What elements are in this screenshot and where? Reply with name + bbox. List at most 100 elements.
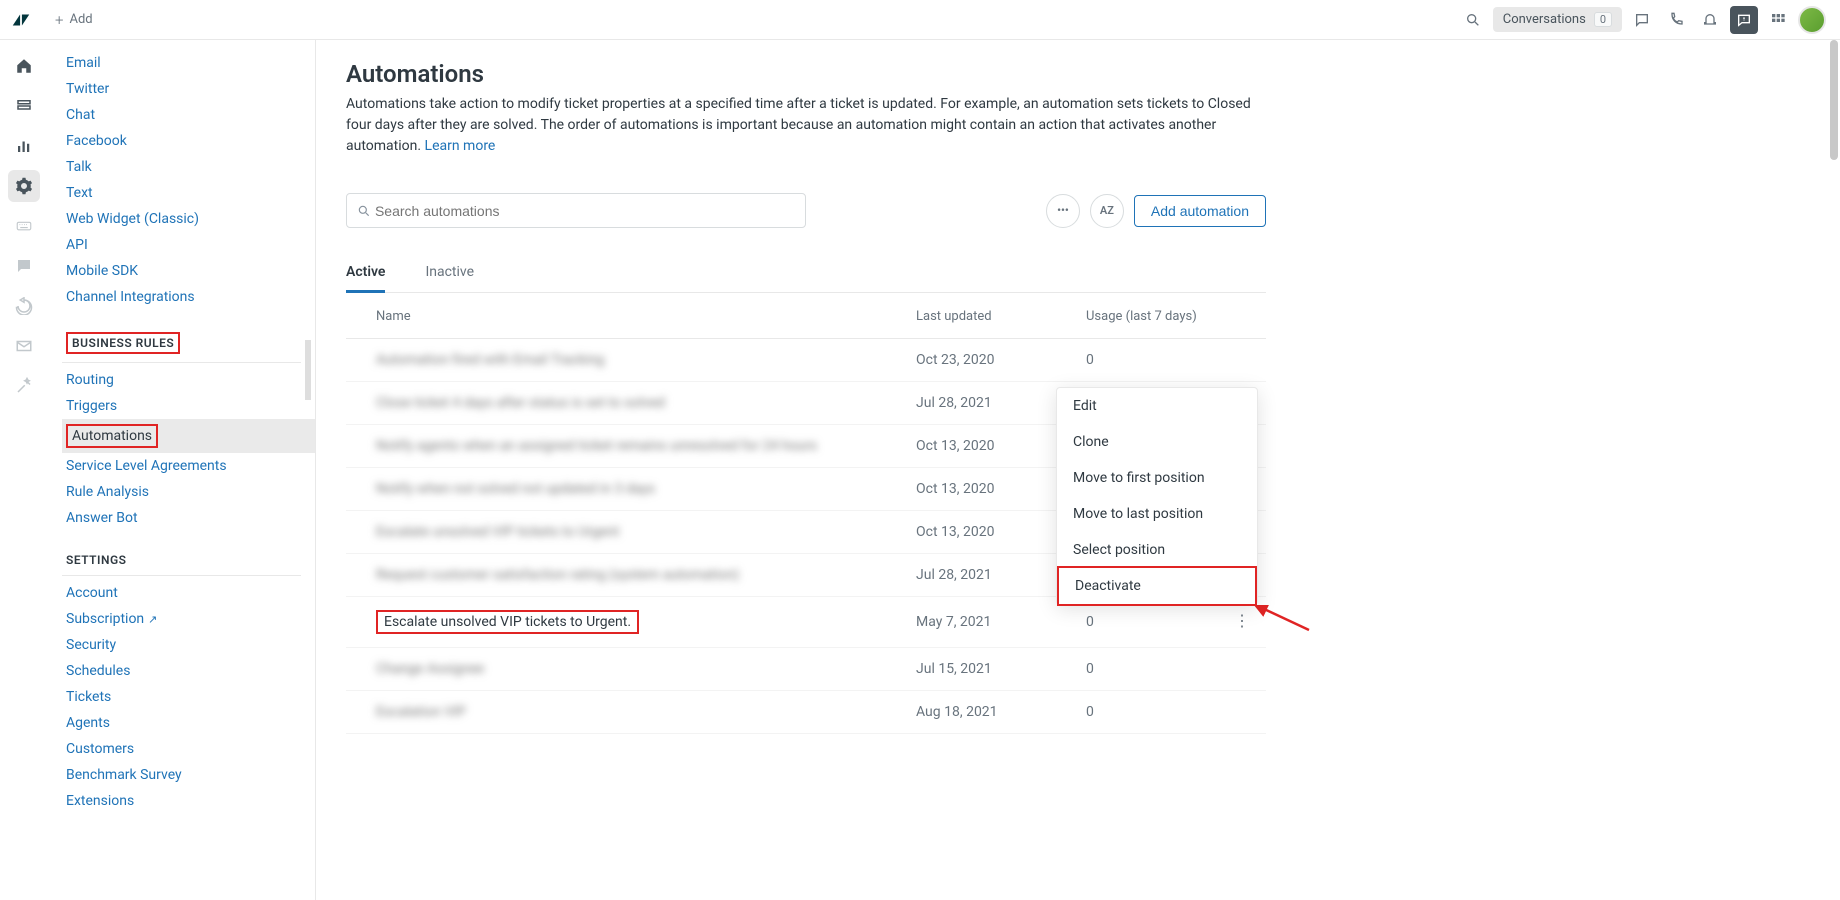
sidebar-item-text[interactable]: Text <box>66 180 315 206</box>
tab-active[interactable]: Active <box>346 264 385 293</box>
automation-name: Automation fired with Email Tracking <box>376 352 604 368</box>
automation-usage: 0 <box>1086 352 1236 368</box>
nav-rail <box>0 40 48 900</box>
sidebar-item-web-widget[interactable]: Web Widget (Classic) <box>66 206 315 232</box>
sidebar-item-extensions[interactable]: Extensions <box>66 788 315 814</box>
menu-item-deactivate[interactable]: Deactivate <box>1057 566 1257 606</box>
automation-updated: Oct 23, 2020 <box>916 352 1086 368</box>
admin-icon[interactable] <box>8 170 40 202</box>
sidebar-item-mobile-sdk[interactable]: Mobile SDK <box>66 258 315 284</box>
table-row[interactable]: Escalate unsolved VIP tickets to Urgent.… <box>346 597 1266 648</box>
page-description: Automations take action to modify ticket… <box>346 94 1266 157</box>
sidebar-item-customers[interactable]: Customers <box>66 736 315 762</box>
automation-name: Escalation VIP <box>376 704 466 720</box>
search-automations[interactable] <box>346 193 806 228</box>
message-icon[interactable] <box>8 250 40 282</box>
add-tab-button[interactable]: + Add <box>47 7 101 33</box>
menu-item-move-to-last-position[interactable]: Move to last position <box>1057 496 1257 532</box>
apps-icon[interactable] <box>1764 6 1792 34</box>
chat-icon[interactable] <box>1628 6 1656 34</box>
tab-inactive[interactable]: Inactive <box>425 264 474 292</box>
page-title: Automations <box>346 60 1266 88</box>
automation-name: Close ticket 4 days after status is set … <box>376 395 665 411</box>
sidebar-item-tickets[interactable]: Tickets <box>66 684 315 710</box>
table-row[interactable]: Change AssigneeJul 15, 20210 <box>346 648 1266 691</box>
menu-item-move-to-first-position[interactable]: Move to first position <box>1057 460 1257 496</box>
sidebar-item-sla[interactable]: Service Level Agreements <box>66 453 315 479</box>
conversations-button[interactable]: Conversations 0 <box>1493 7 1622 32</box>
automation-name: Request customer satisfaction rating (sy… <box>376 567 739 583</box>
top-bar: + Add Conversations 0 <box>0 0 1840 40</box>
sidebar-item-channel-integrations[interactable]: Channel Integrations <box>66 284 315 310</box>
sidebar-item-benchmark[interactable]: Benchmark Survey <box>66 762 315 788</box>
col-updated: Last updated <box>916 309 1086 324</box>
bell-icon[interactable] <box>1696 6 1724 34</box>
sort-button[interactable]: AZ <box>1090 194 1124 228</box>
automation-usage: 0 <box>1086 704 1236 720</box>
automation-usage: 0 <box>1086 661 1236 677</box>
menu-item-edit[interactable]: Edit <box>1057 388 1257 424</box>
table-header: Name Last updated Usage (last 7 days) <box>346 293 1266 339</box>
sidebar-item-api[interactable]: API <box>66 232 315 258</box>
automation-name: Escalate unsolved VIP tickets to Urgent <box>376 524 619 540</box>
mail-icon[interactable] <box>8 330 40 362</box>
search-icon[interactable] <box>1459 6 1487 34</box>
sidebar-item-talk[interactable]: Talk <box>66 154 315 180</box>
automation-name: Escalate unsolved VIP tickets to Urgent. <box>376 610 639 634</box>
automations-table: Automation fired with Email Tracking Oct … <box>346 339 1266 734</box>
refresh-icon[interactable] <box>8 290 40 322</box>
sidebar-item-security[interactable]: Security <box>66 632 315 658</box>
sidebar-item-answer-bot[interactable]: Answer Bot <box>66 505 315 531</box>
sidebar-item-chat[interactable]: Chat <box>66 102 315 128</box>
magic-icon[interactable] <box>8 370 40 402</box>
help-icon[interactable] <box>1730 6 1758 34</box>
menu-item-select-position[interactable]: Select position <box>1057 532 1257 568</box>
sidebar-item-account[interactable]: Account <box>66 580 315 606</box>
add-automation-button[interactable]: Add automation <box>1134 195 1266 227</box>
keyboard-icon[interactable] <box>8 210 40 242</box>
automation-usage: 0 <box>1086 614 1236 630</box>
col-name: Name <box>376 309 916 324</box>
automation-name: Change Assignee <box>376 661 484 677</box>
main-content: Automations Automations take action to m… <box>316 40 1296 754</box>
views-icon[interactable] <box>8 90 40 122</box>
sidebar-item-facebook[interactable]: Facebook <box>66 128 315 154</box>
external-link-icon: ↗ <box>148 613 157 626</box>
menu-item-clone[interactable]: Clone <box>1057 424 1257 460</box>
learn-more-link[interactable]: Learn more <box>425 138 496 154</box>
sidebar-item-automations[interactable]: Automations <box>62 419 315 453</box>
sidebar-item-routing[interactable]: Routing <box>66 367 315 393</box>
table-row[interactable]: Automation fired with Email Tracking Oct … <box>346 339 1266 382</box>
sidebar-item-email[interactable]: Email <box>66 50 315 76</box>
annotation-arrow <box>1254 605 1314 635</box>
search-icon <box>357 204 371 218</box>
col-usage: Usage (last 7 days) <box>1086 309 1236 324</box>
search-input[interactable] <box>375 203 795 219</box>
phone-icon[interactable] <box>1662 6 1690 34</box>
section-settings: SETTINGS <box>66 553 315 567</box>
user-avatar[interactable] <box>1798 6 1826 34</box>
status-tabs: Active Inactive <box>346 264 1266 293</box>
sidebar-item-rule-analysis[interactable]: Rule Analysis <box>66 479 315 505</box>
automation-updated: May 7, 2021 <box>916 614 1086 630</box>
row-context-menu: EditCloneMove to first positionMove to l… <box>1056 387 1258 605</box>
plus-icon: + <box>55 11 63 29</box>
automation-name: Notify agents when an assigned ticket re… <box>376 438 817 454</box>
section-business-rules: BUSINESS RULES <box>66 332 315 354</box>
automation-updated: Aug 18, 2021 <box>916 704 1086 720</box>
home-icon[interactable] <box>8 50 40 82</box>
sidebar-item-twitter[interactable]: Twitter <box>66 76 315 102</box>
reports-icon[interactable] <box>8 130 40 162</box>
sidebar-item-triggers[interactable]: Triggers <box>66 393 315 419</box>
overflow-button[interactable]: ••• <box>1046 194 1080 228</box>
sidebar-item-agents[interactable]: Agents <box>66 710 315 736</box>
settings-sidebar: Email Twitter Chat Facebook Talk Text We… <box>48 40 316 900</box>
sidebar-item-subscription[interactable]: Subscription↗ <box>66 606 315 632</box>
table-row[interactable]: Escalation VIP Aug 18, 20210 <box>346 691 1266 734</box>
conversations-label: Conversations <box>1503 12 1586 27</box>
conversations-count: 0 <box>1594 12 1612 27</box>
row-menu-button[interactable]: ⋮ <box>1234 611 1250 630</box>
sidebar-item-schedules[interactable]: Schedules <box>66 658 315 684</box>
app-logo <box>10 9 32 31</box>
automation-name: Notify when not solved not updated in 3 … <box>376 481 655 497</box>
